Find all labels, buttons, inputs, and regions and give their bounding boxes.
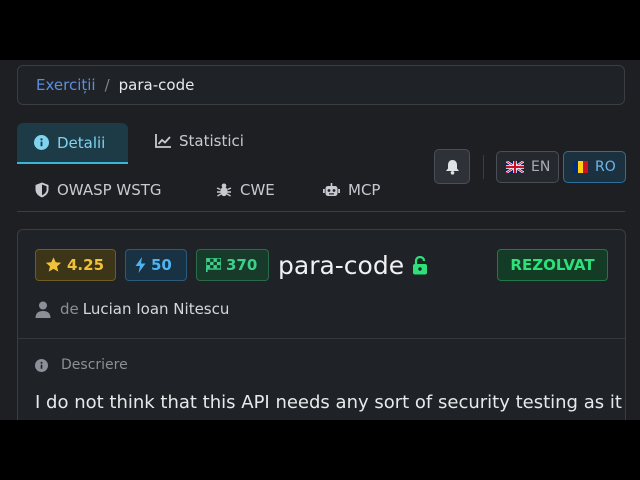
bolt-icon <box>135 257 146 273</box>
toolbar-separator <box>483 155 484 179</box>
tab-statistici[interactable]: Statistici <box>155 132 244 150</box>
tab-cwe-label: CWE <box>240 181 275 199</box>
lang-ro-label: RO <box>595 159 616 175</box>
star-icon <box>45 257 62 272</box>
tabs-divider <box>17 211 625 212</box>
tab-cwe[interactable]: CWE <box>216 181 275 199</box>
breadcrumb-link-exercitii[interactable]: Exerciții <box>36 76 96 94</box>
status-badge: REZOLVAT <box>497 249 608 281</box>
tab-owasp-wstg[interactable]: OWASP WSTG <box>35 181 162 199</box>
author-prefix: de <box>60 300 79 318</box>
ro-flag-icon <box>573 161 588 173</box>
author-line: de Lucian Ioan Nitescu <box>35 300 229 318</box>
robot-icon <box>323 182 340 196</box>
points-badge: 50 <box>125 249 187 281</box>
card-divider <box>18 338 625 339</box>
description-text: I do not think that this API needs any s… <box>35 392 622 413</box>
shield-icon <box>35 182 49 198</box>
rating-badge: 4.25 <box>35 249 116 281</box>
points-value: 50 <box>151 256 172 274</box>
breadcrumb-separator: / <box>104 76 110 94</box>
uk-flag-icon <box>506 161 524 173</box>
rating-value: 4.25 <box>67 256 105 274</box>
main-viewport: Exerciții / para-code Detalii Statistici… <box>0 60 640 420</box>
breadcrumb: Exerciții / para-code <box>17 65 625 105</box>
tab-detalii[interactable]: Detalii <box>17 123 128 164</box>
notifications-button[interactable] <box>434 149 470 184</box>
lang-ro-button[interactable]: RO <box>563 151 626 183</box>
info-circle-icon <box>35 358 48 372</box>
solves-value: 370 <box>226 256 258 274</box>
solves-badge: 370 <box>196 249 269 281</box>
description-label: Descriere <box>61 357 128 373</box>
lang-en-label: EN <box>531 159 551 175</box>
checkered-flag-icon <box>206 258 221 272</box>
challenge-title: para-code <box>278 249 428 281</box>
tab-statistici-label: Statistici <box>179 132 244 150</box>
breadcrumb-current: para-code <box>118 76 195 94</box>
tab-mcp-label: MCP <box>348 181 381 199</box>
bell-icon <box>445 159 459 175</box>
challenge-title-text: para-code <box>278 250 405 280</box>
lang-en-button[interactable]: EN <box>496 151 559 183</box>
info-circle-icon <box>34 135 49 150</box>
chart-line-icon <box>155 134 171 148</box>
tab-detalii-label: Detalii <box>57 133 106 152</box>
tab-owasp-label: OWASP WSTG <box>57 181 162 199</box>
user-icon <box>35 301 51 318</box>
tab-mcp[interactable]: MCP <box>323 181 380 199</box>
bug-icon <box>216 183 232 197</box>
description-heading: Descriere <box>35 357 128 373</box>
unlock-icon <box>413 255 428 274</box>
author-name[interactable]: Lucian Ioan Nitescu <box>83 300 230 318</box>
